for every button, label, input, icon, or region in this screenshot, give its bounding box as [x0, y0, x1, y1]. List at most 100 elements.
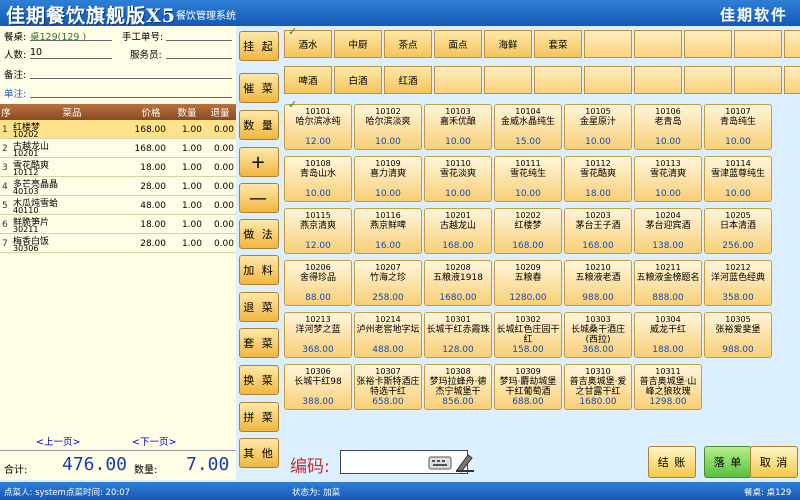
dish-button[interactable]: 10211 五粮液金榜题名 888.00	[634, 260, 702, 306]
dish-price: 856.00	[442, 397, 474, 407]
dish-button[interactable]: 10112 雪花酷爽 18.00	[564, 156, 632, 202]
table-row[interactable]: 2 古越龙山 10201 168.00 1.00 0.00	[0, 139, 236, 158]
keyboard-icon[interactable]	[428, 453, 452, 471]
category-2-7[interactable]	[584, 66, 632, 94]
handwriting-icon[interactable]	[454, 451, 476, 473]
dish-button[interactable]: 10105 金星原汁 10.00	[564, 104, 632, 150]
dish-button[interactable]: 10212 洋河蓝色经典 358.00	[704, 260, 772, 306]
prev-page-button[interactable]: <上一页>	[36, 434, 80, 448]
table-row[interactable]: 1 红楼梦 10202 168.00 1.00 0.00	[0, 120, 236, 139]
table-row[interactable]: 7 梅香白饭 30306 28.00 1.00 0.00	[0, 234, 236, 253]
dish-button[interactable]: 10203 茅台王子酒 168.00	[564, 208, 632, 254]
manual-no-field[interactable]	[166, 29, 232, 41]
category-1-2[interactable]: 中厨	[334, 30, 382, 58]
dish-button[interactable]: 10114 雪津蓝尊纯生 10.00	[704, 156, 772, 202]
dish-button[interactable]: 10304 威龙干红 188.00	[634, 312, 702, 358]
table-row[interactable]: 6 鲜脆笋片 30211 18.00 1.00 0.00	[0, 215, 236, 234]
checkout-button[interactable]: 结 账	[648, 446, 696, 478]
waiter-field[interactable]	[166, 47, 232, 59]
dish-button[interactable]: 10207 竹海之珍 258.00	[354, 260, 422, 306]
dish-button[interactable]: 10113 雪花清爽 10.00	[634, 156, 702, 202]
remark-field[interactable]	[30, 86, 232, 98]
rush-button[interactable]: 催 菜	[239, 73, 279, 103]
dish-button[interactable]: 10214 泸州老窖地字坛 488.00	[354, 312, 422, 358]
dish-button[interactable]: 10311 普吉奥城堡·山峰之狼玫瑰 1298.00	[634, 364, 702, 410]
dish-button[interactable]: 10103 嘉禾优酿 10.00	[424, 104, 492, 150]
table-row[interactable]: 3 雪花酷爽 10112 18.00 1.00 0.00	[0, 158, 236, 177]
dish-button[interactable]: 10303 长城桑干酒庄(西拉) 368.00	[564, 312, 632, 358]
category-2-4[interactable]	[434, 66, 482, 94]
dish-button[interactable]: 10208 五粮液1918 1680.00	[424, 260, 492, 306]
minus-button[interactable]: —	[239, 183, 279, 213]
dish-button[interactable]: 10210 五粮液老酒 988.00	[564, 260, 632, 306]
quantity-button[interactable]: 数 量	[239, 110, 279, 140]
category-2-11[interactable]	[784, 66, 800, 94]
set-meal-button[interactable]: 套 菜	[239, 328, 279, 358]
dish-button[interactable]: 10305 张裕爱斐堡 988.00	[704, 312, 772, 358]
method-button[interactable]: 做 法	[239, 219, 279, 249]
add-ingredient-button[interactable]: 加 料	[239, 255, 279, 285]
return-dish-button[interactable]: 退 菜	[239, 292, 279, 322]
category-2-5[interactable]	[484, 66, 532, 94]
dish-button[interactable]: 10201 古越龙山 168.00	[424, 208, 492, 254]
combine-dish-button[interactable]: 拼 菜	[239, 402, 279, 432]
dish-button[interactable]: 10307 张裕卡斯特酒庄特选干红 658.00	[354, 364, 422, 410]
hold-button[interactable]: 挂 起	[239, 31, 279, 61]
dish-button[interactable]: 10310 普吉奥城堡·爱之甘露干红 1680.00	[564, 364, 632, 410]
category-1-11[interactable]	[784, 30, 800, 58]
dish-button[interactable]: 10306 长城干红98 388.00	[284, 364, 352, 410]
dish-button[interactable]: 10209 五粮春 1280.00	[494, 260, 562, 306]
dish-code: 10304	[655, 315, 681, 324]
category-1-9[interactable]	[684, 30, 732, 58]
category-2-1[interactable]: 啤酒	[284, 66, 332, 94]
category-2-10[interactable]	[734, 66, 782, 94]
dish-button[interactable]: 10301 长城干红赤霞珠 128.00	[424, 312, 492, 358]
dish-button[interactable]: 10108 青岛山水 10.00	[284, 156, 352, 202]
dish-button[interactable]: 10309 梦玛·麝劫城堡干红葡萄酒 688.00	[494, 364, 562, 410]
dish-button[interactable]: 10202 红楼梦 168.00	[494, 208, 562, 254]
dish-price: 10.00	[445, 189, 471, 199]
table-field[interactable]	[30, 29, 112, 41]
dish-button[interactable]: 10206 舍得珍品 88.00	[284, 260, 352, 306]
dish-button[interactable]: 10102 哈尔滨淡爽 10.00	[354, 104, 422, 150]
category-1-4[interactable]: 面点	[434, 30, 482, 58]
category-2-2[interactable]: 白酒	[334, 66, 382, 94]
category-1-7[interactable]	[584, 30, 632, 58]
category-1-8[interactable]	[634, 30, 682, 58]
people-field[interactable]	[30, 47, 112, 59]
category-2-9[interactable]	[684, 66, 732, 94]
table-row[interactable]: 5 木瓜炖雪蛤 40110 48.00 1.00 0.00	[0, 196, 236, 215]
dish-button[interactable]: 10115 燕京清爽 12.00	[284, 208, 352, 254]
swap-dish-button[interactable]: 换 菜	[239, 365, 279, 395]
category-2-3[interactable]: 红酒	[384, 66, 432, 94]
dish-button[interactable]: 10205 日本清酒 256.00	[704, 208, 772, 254]
dish-button[interactable]: 10302 长城红色庄园干红 158.00	[494, 312, 562, 358]
dish-button[interactable]: 10308 梦玛拉蜂舟·德杰宁城堡干 856.00	[424, 364, 492, 410]
dish-button[interactable]: 10110 雪花淡爽 10.00	[424, 156, 492, 202]
qty-value: 7.00	[186, 454, 230, 475]
note-field[interactable]	[30, 67, 232, 79]
category-2-6[interactable]	[534, 66, 582, 94]
table-row[interactable]: 4 多芒亮晶晶 40103 28.00 1.00 0.00	[0, 177, 236, 196]
plus-button[interactable]: +	[239, 147, 279, 177]
dish-button[interactable]: 10104 金威水晶纯生 15.00	[494, 104, 562, 150]
row-no: 7	[2, 239, 8, 249]
row-qty: 1.00	[181, 125, 202, 135]
other-button[interactable]: 其 他	[239, 438, 279, 468]
dish-button[interactable]: 10213 洋河梦之蓝 368.00	[284, 312, 352, 358]
category-1-6[interactable]: 套菜	[534, 30, 582, 58]
category-2-8[interactable]	[634, 66, 682, 94]
cancel-button[interactable]: 取 消	[750, 446, 798, 478]
category-1-10[interactable]	[734, 30, 782, 58]
next-page-button[interactable]: <下一页>	[132, 434, 176, 448]
category-1-5[interactable]: 海鲜	[484, 30, 532, 58]
dish-button[interactable]: 10109 喜力清爽 10.00	[354, 156, 422, 202]
dish-button[interactable]: 10116 燕京鲜啤 16.00	[354, 208, 422, 254]
dish-button[interactable]: 10107 青岛纯生 10.00	[704, 104, 772, 150]
category-1-3[interactable]: 茶点	[384, 30, 432, 58]
dish-button[interactable]: 10106 老青岛 10.00	[634, 104, 702, 150]
dish-button[interactable]: 10204 茅台迎宾酒 138.00	[634, 208, 702, 254]
remark-label: 单注:	[4, 89, 27, 100]
dish-button[interactable]: 10111 雪花纯生 10.00	[494, 156, 562, 202]
place-order-button[interactable]: 落 单	[704, 446, 752, 478]
